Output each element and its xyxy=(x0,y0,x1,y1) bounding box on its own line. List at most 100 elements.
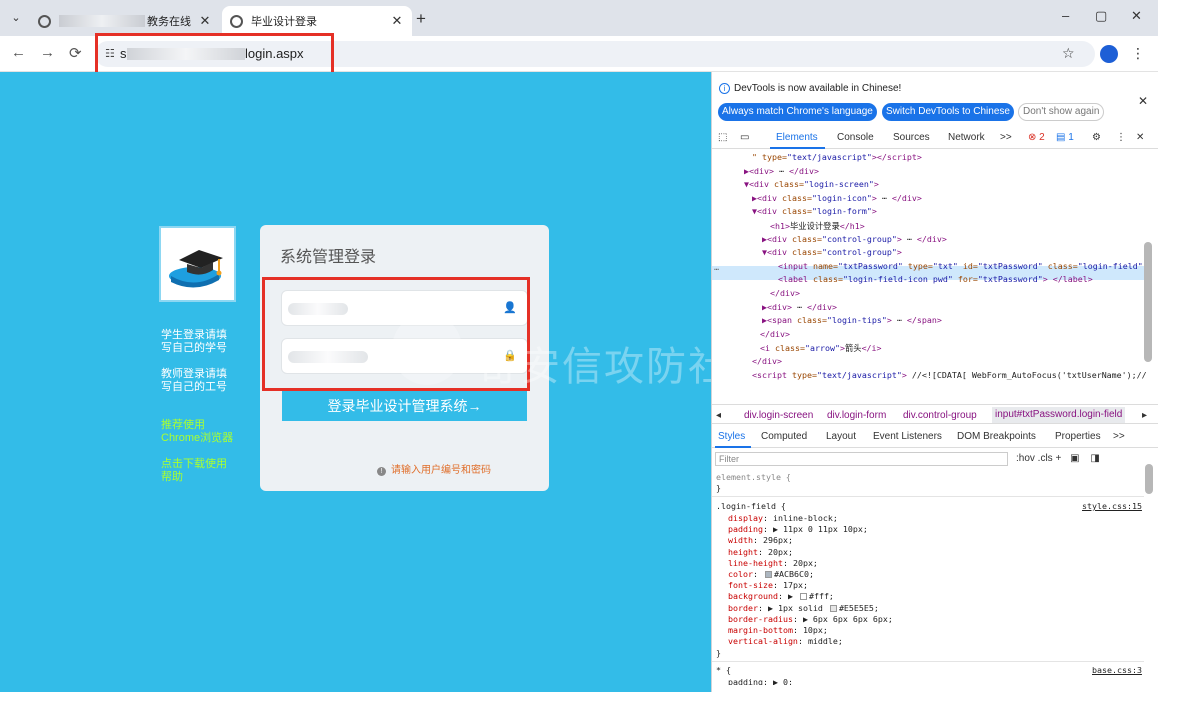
css-property-line[interactable]: display: inline-block; xyxy=(728,513,838,523)
color-swatch[interactable] xyxy=(764,571,772,578)
tab-search-icon[interactable]: ⌄ xyxy=(8,10,24,26)
dom-node-line[interactable]: <h1>毕业设计登录</h1> xyxy=(770,220,865,232)
css-property-name: border xyxy=(728,602,758,613)
student-hint: 学生登录请填 写自己的学号 xyxy=(161,329,227,355)
tab-sources[interactable]: Sources xyxy=(893,132,930,143)
css-property-line[interactable]: border-radius: ▶ 6px 6px 6px 6px; xyxy=(728,614,893,624)
styles-pane-tabs: Styles Computed Layout Event Listeners D… xyxy=(712,426,1158,448)
dom-node-line[interactable]: " type="text/javascript"></script> xyxy=(752,152,922,162)
css-property-line[interactable]: width: 296px; xyxy=(728,535,793,545)
tab-computed[interactable]: Computed xyxy=(761,431,807,442)
browser-window: ⌄ 教务在线 ✕ 毕业设计登录 ✕ + – ▢ ✕ ← → ⟳ ☷ s logi… xyxy=(0,0,1158,692)
crumb-right-arrow[interactable]: ▸ xyxy=(1142,410,1147,421)
dom-tree: " type="text/javascript"></script> ▶<div>… xyxy=(712,150,1146,390)
dom-node-line[interactable]: ▶<div class="login-icon"> ⋯ </div> xyxy=(752,193,922,203)
crumb-input[interactable]: input#txtPassword.login-field xyxy=(992,407,1126,423)
restore-icon[interactable]: ▢ xyxy=(1095,8,1107,24)
more-tabs[interactable]: >> xyxy=(1000,132,1012,143)
close-window-icon[interactable]: ✕ xyxy=(1131,8,1142,24)
new-tab-icon[interactable]: + xyxy=(416,9,426,29)
blurred-text xyxy=(59,15,145,27)
dom-node-line[interactable]: <input name="txtPassword" type="txt" id=… xyxy=(778,261,1146,271)
back-icon[interactable]: ← xyxy=(11,44,26,61)
tab-dom-breakpoints[interactable]: DOM Breakpoints xyxy=(957,431,1036,442)
dom-node-line[interactable]: ▶<div> ⋯ </div> xyxy=(762,302,837,312)
tab-close-icon[interactable]: ✕ xyxy=(390,13,404,29)
tab-console[interactable]: Console xyxy=(837,132,874,143)
dom-node-line[interactable]: </div> xyxy=(752,356,782,366)
more-pane-tabs[interactable]: >> xyxy=(1113,431,1125,442)
message-number: 1 xyxy=(1068,132,1074,143)
device-toggle-icon[interactable]: ▭ xyxy=(740,132,749,143)
crumb-login-screen[interactable]: div.login-screen xyxy=(744,410,813,421)
styles-filter-input[interactable]: Filter xyxy=(715,452,1008,466)
css-property-line[interactable]: font-size: 17px; xyxy=(728,580,808,590)
hint-line: 推荐使用 xyxy=(161,419,205,431)
help-download-link[interactable]: 点击下载使用 帮助 xyxy=(161,458,227,484)
dom-node-line[interactable]: ▶<div class="control-group"> ⋯ </div> xyxy=(762,234,947,244)
switch-chinese-button[interactable]: Switch DevTools to Chinese xyxy=(882,103,1014,121)
bookmark-star-icon[interactable]: ☆ xyxy=(1062,45,1075,62)
close-brace: } xyxy=(716,648,721,658)
menu-icon[interactable]: ⋮ xyxy=(1131,45,1145,62)
tab-styles[interactable]: Styles xyxy=(718,431,745,442)
reload-icon[interactable]: ⟳ xyxy=(69,44,82,62)
css-property-line[interactable]: padding: ▶ 11px 0 11px 10px; xyxy=(728,524,868,534)
new-rule-icon[interactable]: ▣ xyxy=(1070,453,1079,464)
tab-properties[interactable]: Properties xyxy=(1055,431,1101,442)
login-button[interactable]: 登录毕业设计管理系统→ xyxy=(282,391,527,421)
close-banner-icon[interactable]: ✕ xyxy=(1138,94,1148,108)
hov-cls-buttons[interactable]: :hov .cls + xyxy=(1016,453,1061,464)
dom-node-line[interactable]: </div> xyxy=(760,329,790,339)
tab-event-listeners[interactable]: Event Listeners xyxy=(873,431,942,442)
crumb-control-group[interactable]: div.control-group xyxy=(903,410,977,421)
base-css-link[interactable]: base.css:3 xyxy=(1092,665,1142,675)
settings-gear-icon[interactable]: ⚙ xyxy=(1092,132,1101,143)
dom-node-line[interactable]: ▶<div> ⋯ </div> xyxy=(744,166,819,176)
dont-show-button[interactable]: Don't show again xyxy=(1018,103,1105,121)
recommend-chrome: 推荐使用 Chrome浏览器 xyxy=(161,419,233,445)
color-swatch[interactable] xyxy=(829,604,837,612)
error-count[interactable]: ⊗ 2 xyxy=(1028,132,1045,143)
dom-node-line[interactable]: <script type="text/javascript"> //<![CDA… xyxy=(752,370,1146,380)
dom-node-line[interactable]: <label class="login-field-icon pwd" for=… xyxy=(778,274,1093,284)
css-property-line[interactable]: height: 20px; xyxy=(728,547,793,557)
dom-node-line[interactable]: ▼<div class="login-form"> xyxy=(752,206,877,216)
minimize-icon[interactable]: – xyxy=(1062,8,1069,23)
dom-node-line[interactable]: ▼<div class="login-screen"> xyxy=(744,179,879,189)
match-language-button[interactable]: Always match Chrome's language xyxy=(718,103,877,121)
info-icon: ! xyxy=(377,467,386,476)
crumb-left-arrow[interactable]: ◂ xyxy=(716,410,721,421)
kebab-icon[interactable]: ⋮ xyxy=(1116,132,1126,143)
inspect-icon[interactable]: ⬚ xyxy=(718,132,727,143)
dom-node-line[interactable]: </div> xyxy=(770,288,800,298)
css-property-line[interactable]: background: ▶ #fff; xyxy=(728,591,834,601)
tab-elements[interactable]: Elements xyxy=(776,132,818,143)
close-devtools-icon[interactable]: ✕ xyxy=(1136,132,1144,143)
forward-icon[interactable]: → xyxy=(40,44,55,61)
tab-layout[interactable]: Layout xyxy=(826,431,856,442)
toggle-sidebar-icon[interactable]: ◨ xyxy=(1090,453,1099,464)
dom-node-line[interactable]: ▼<div class="control-group"> xyxy=(762,247,902,257)
message-count[interactable]: ▤ 1 xyxy=(1056,132,1074,143)
css-property-name: border-radius xyxy=(728,613,793,624)
css-property-line[interactable]: vertical-align: middle; xyxy=(728,636,843,646)
dom-node-line[interactable]: ▶<span class="login-tips"> ⋯ </span> xyxy=(762,315,942,325)
css-property-line[interactable]: border: ▶ 1px solid #E5E5E5; xyxy=(728,603,879,613)
tab-login[interactable]: 毕业设计登录 ✕ xyxy=(222,6,412,36)
universal-prop: padding: ▶ 0; xyxy=(728,677,793,685)
css-property-line[interactable]: color: #ACB6C0; xyxy=(728,569,814,579)
tab-close-icon[interactable]: ✕ xyxy=(198,13,212,29)
crumb-login-form[interactable]: div.login-form xyxy=(827,410,886,421)
css-property-line[interactable]: margin-bottom: 10px; xyxy=(728,625,828,635)
color-swatch[interactable] xyxy=(799,593,807,601)
styles-scroll-thumb[interactable] xyxy=(1145,464,1153,494)
dom-scroll-thumb[interactable] xyxy=(1144,242,1152,362)
tab-network[interactable]: Network xyxy=(948,132,985,143)
css-property-name: display xyxy=(728,513,763,523)
rule-source-link[interactable]: style.css:15 xyxy=(1082,501,1142,511)
dom-node-line[interactable]: <i class="arrow">箭头</i> xyxy=(760,342,882,354)
tab-jiaowu[interactable]: 教务在线 ✕ xyxy=(30,6,220,36)
css-property-line[interactable]: line-height: 20px; xyxy=(728,558,818,568)
profile-avatar[interactable] xyxy=(1100,45,1118,63)
